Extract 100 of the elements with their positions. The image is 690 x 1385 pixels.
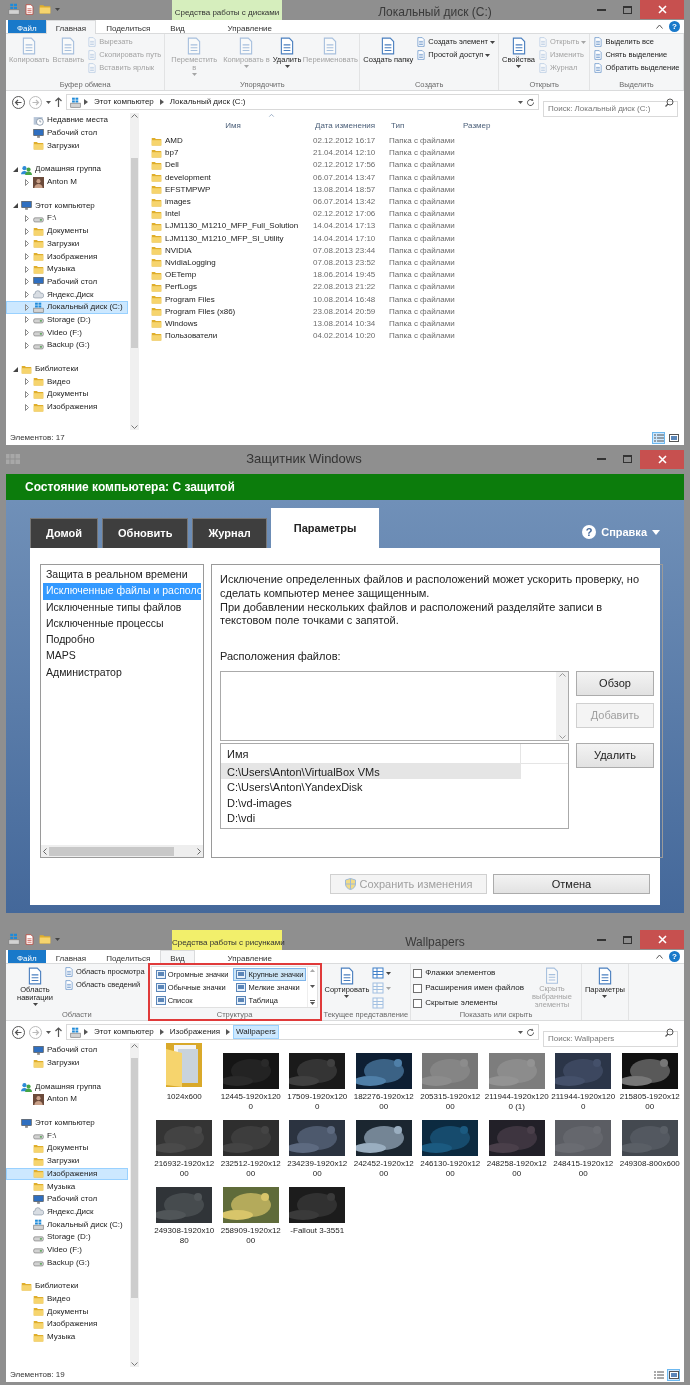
file-name[interactable]: 258909-1920x1200 — [218, 1226, 283, 1246]
scroll-thumb[interactable] — [131, 1058, 138, 1298]
scroll-thumb[interactable] — [49, 846, 174, 856]
tree-item[interactable]: Anton M — [6, 175, 128, 189]
tree-item[interactable]: Anton M — [6, 1093, 128, 1106]
refresh-icon[interactable] — [526, 1027, 535, 1037]
list-item[interactable]: C:\Users\Anton\YandexDisk — [221, 779, 521, 795]
collapse-ribbon-icon[interactable] — [656, 954, 663, 959]
checkbox[interactable] — [413, 998, 423, 1008]
file-name[interactable]: Пользователи — [165, 330, 218, 343]
tree-item[interactable]: Backup (G:) — [6, 1256, 128, 1269]
properties-icon[interactable] — [24, 933, 35, 945]
locations-field[interactable] — [220, 670, 569, 741]
expand-arrow-icon[interactable] — [25, 227, 29, 235]
properties-icon[interactable] — [24, 3, 35, 15]
tree-item[interactable]: Библиотеки — [6, 362, 128, 376]
expand-arrow-icon[interactable] — [25, 214, 29, 222]
file-name[interactable]: NvidiaLogging — [165, 256, 216, 269]
scroll-up-icon[interactable] — [131, 113, 138, 118]
file-name[interactable]: 249308-1920x1080 — [152, 1226, 217, 1246]
file-name[interactable]: Program Files (x86) — [165, 305, 236, 318]
close-button[interactable] — [640, 930, 684, 949]
tree-item[interactable]: Этот компьютер — [6, 199, 128, 213]
expand-arrow-icon[interactable] — [25, 253, 29, 261]
tree-item[interactable]: Video (F:) — [6, 1243, 128, 1257]
scroll-up-icon[interactable] — [558, 671, 566, 677]
tree-item[interactable]: Рабочий стол — [6, 126, 128, 140]
checkbox[interactable] — [413, 968, 423, 978]
chevron-icon[interactable] — [84, 99, 88, 105]
file-name[interactable]: Intel — [165, 208, 181, 221]
tree-item[interactable]: Рабочий стол — [6, 275, 128, 289]
help-menu[interactable]: ? Справка — [582, 523, 660, 541]
help-icon[interactable]: ? — [669, 21, 680, 32]
breadcrumb[interactable]: Локальный диск (C:) — [166, 95, 249, 109]
column-header[interactable]: Имя — [221, 743, 521, 763]
button[interactable]: Удалить — [576, 742, 654, 768]
file-name[interactable]: 248415-1920x1200 — [551, 1159, 616, 1179]
tree-item[interactable]: Изображения — [6, 1167, 128, 1181]
scrollbar[interactable] — [556, 671, 568, 740]
file-name[interactable]: 246130-1920x1200 — [418, 1159, 483, 1179]
tree-item[interactable]: Видео — [6, 1292, 128, 1306]
column-header[interactable]: Размер — [463, 120, 491, 132]
tree-item[interactable]: Домашняя группа — [6, 1080, 128, 1094]
chevron-icon[interactable] — [159, 99, 164, 105]
file-name[interactable]: 242452-1920x1200 — [351, 1159, 416, 1179]
file-name[interactable]: Program Files — [165, 293, 215, 306]
folder-icon[interactable] — [164, 1043, 205, 1089]
tree-item[interactable]: Локальный диск (C:) — [6, 300, 128, 314]
tree-item[interactable]: Рабочий стол — [6, 1044, 128, 1057]
refresh-icon[interactable] — [526, 97, 535, 107]
up-arrow-icon[interactable] — [55, 1027, 62, 1037]
file-name[interactable]: Windows — [165, 317, 198, 330]
up-arrow-icon[interactable] — [55, 97, 62, 107]
more-icon[interactable] — [310, 1000, 316, 1005]
ribbon-tab[interactable]: Файл — [8, 20, 46, 33]
caret-icon[interactable] — [46, 1030, 51, 1034]
collapse-arrow-icon[interactable] — [12, 203, 18, 209]
expand-arrow-icon[interactable] — [25, 390, 29, 398]
address-bar[interactable]: Этот компьютер Локальный диск (C:) — [66, 94, 539, 110]
scroll-down-icon[interactable] — [131, 425, 138, 430]
expand-arrow-icon[interactable] — [25, 265, 29, 273]
tab[interactable]: Обновить — [102, 518, 189, 548]
file-name[interactable]: 216932-1920x1200 — [152, 1159, 217, 1179]
ribbon-tab[interactable]: Файл — [8, 950, 46, 963]
list-item[interactable]: Защита в реальном времени — [43, 567, 201, 584]
file-name[interactable]: 249308-800x600 — [617, 1159, 682, 1169]
tree-item[interactable]: Документы — [6, 1305, 128, 1319]
list-item[interactable]: Исключенные процессы — [43, 615, 201, 633]
expand-arrow-icon[interactable] — [25, 303, 29, 311]
column-header[interactable]: Тип — [391, 120, 405, 132]
tree-item[interactable]: Локальный диск (C:) — [6, 1218, 128, 1231]
tree-item[interactable]: Видео — [6, 375, 128, 389]
file-name[interactable]: 234239-1920x1200 — [285, 1159, 350, 1179]
expand-arrow-icon[interactable] — [25, 403, 29, 411]
help-icon[interactable]: ? — [669, 951, 680, 962]
file-name[interactable]: 215805-1920x1200 — [617, 1092, 682, 1112]
tree-item[interactable]: Загрузки — [6, 1154, 128, 1168]
list-item[interactable]: D:\vdi — [221, 810, 521, 826]
collapse-ribbon-icon[interactable] — [656, 24, 663, 29]
tab[interactable]: Домой — [30, 518, 99, 548]
file-name[interactable]: 211944-1920x1200 (1) — [484, 1092, 549, 1112]
column-header[interactable]: Дата изменения — [315, 120, 376, 132]
close-button[interactable] — [640, 0, 684, 19]
file-name[interactable]: PerfLogs — [165, 281, 198, 294]
scrollbar[interactable] — [130, 1043, 139, 1367]
ribbon-tab[interactable]: Поделиться — [96, 20, 161, 33]
tree-item[interactable]: Документы — [6, 224, 128, 238]
breadcrumb[interactable]: Изображения — [166, 1025, 224, 1039]
collapse-arrow-icon[interactable] — [12, 366, 18, 372]
button[interactable]: Обзор — [576, 670, 654, 696]
file-name[interactable]: Dell — [165, 159, 179, 172]
scroll-up-icon[interactable] — [310, 969, 316, 972]
file-name[interactable]: 248258-1920x1200 — [484, 1159, 549, 1179]
file-name[interactable]: images — [165, 196, 191, 209]
file-name[interactable]: development — [165, 171, 211, 184]
ribbon-tab[interactable]: Главная — [45, 950, 97, 963]
list-item[interactable]: Исключенные типы файлов — [43, 599, 201, 616]
ribbon-tab[interactable]: Вид — [160, 20, 195, 33]
back-icon[interactable] — [12, 95, 25, 109]
tree-item[interactable]: Изображения — [6, 1318, 128, 1331]
